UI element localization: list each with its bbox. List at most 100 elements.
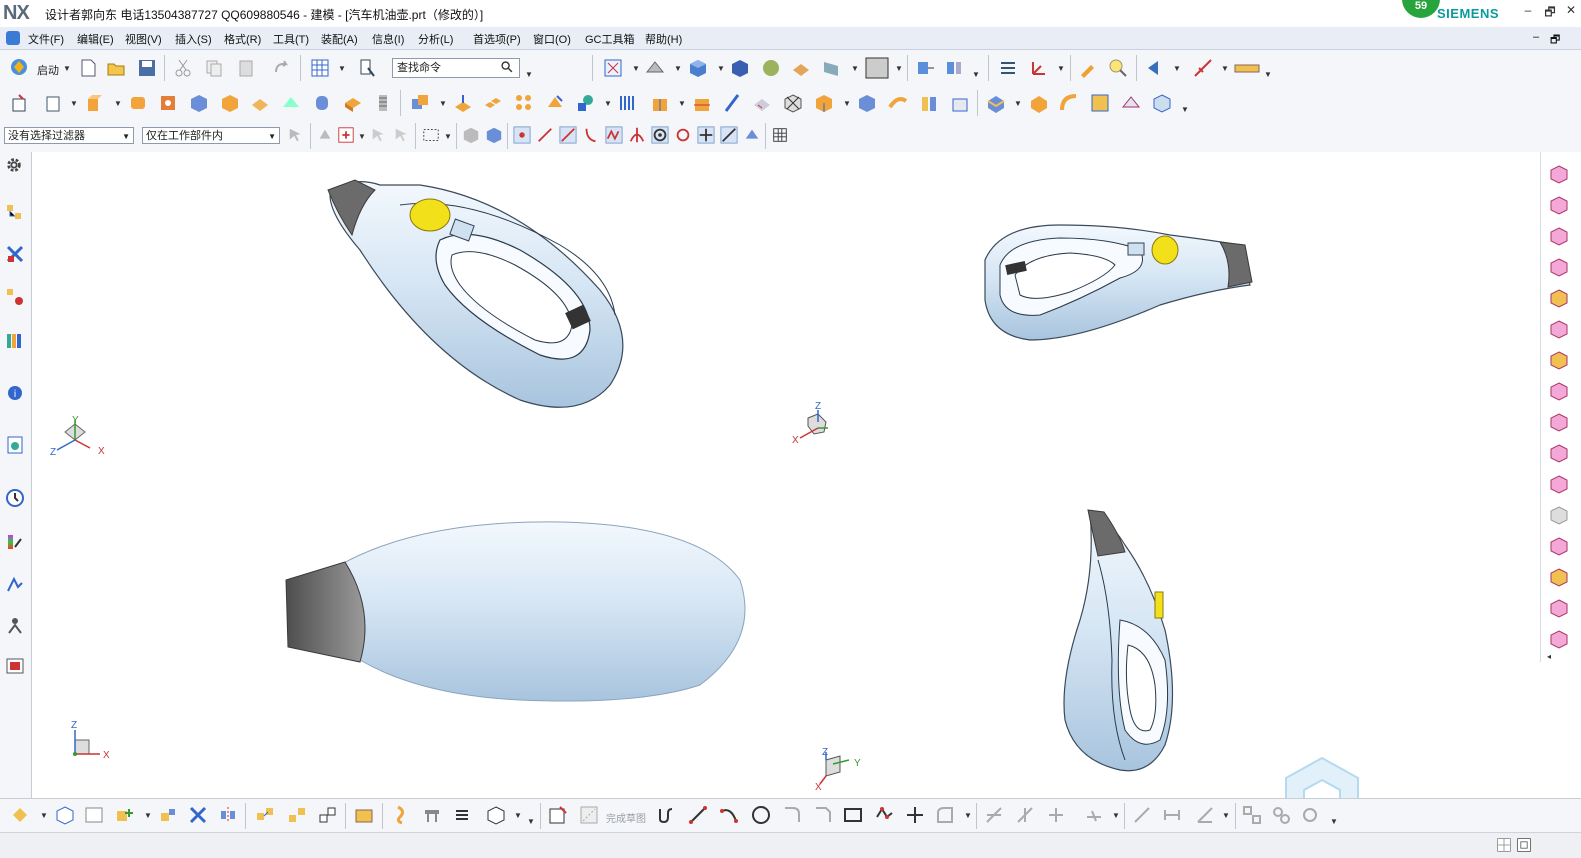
history-icon[interactable] (5, 488, 25, 508)
measure-dropdown-icon[interactable]: ▼ (1264, 70, 1272, 79)
face-icon[interactable] (1549, 598, 1569, 618)
face-icon[interactable] (1549, 505, 1569, 525)
snap-dropdown-icon[interactable]: ▼ (1221, 64, 1229, 73)
explosion-view-icon[interactable] (287, 805, 307, 825)
boss-icon[interactable] (189, 93, 209, 113)
quick-extend-icon[interactable] (1015, 805, 1035, 825)
snap-control-point-icon[interactable] (605, 126, 623, 144)
face-icon[interactable] (1549, 164, 1569, 184)
redo-icon[interactable] (272, 58, 292, 78)
line-icon[interactable] (688, 805, 708, 825)
close-button[interactable]: ✕ (1563, 3, 1579, 19)
add-dropdown-icon[interactable]: ▼ (144, 811, 152, 820)
shell-icon[interactable] (545, 93, 565, 113)
start-icon[interactable] (9, 57, 29, 77)
constraints-icon[interactable] (1084, 805, 1104, 825)
snap-tangent-icon[interactable] (582, 126, 600, 144)
mirror-icon[interactable] (944, 58, 964, 78)
animate-dimension-icon[interactable] (1271, 805, 1291, 825)
snap-icon[interactable] (1193, 58, 1213, 78)
minimize-button[interactable]: – (1520, 3, 1536, 19)
face-icon[interactable] (1549, 474, 1569, 494)
rect-select-dropdown-icon[interactable]: ▼ (444, 132, 452, 141)
measure-icon[interactable] (1234, 58, 1260, 78)
quick-trim-icon[interactable] (984, 805, 1004, 825)
palette-icon[interactable] (5, 656, 25, 676)
block-icon[interactable] (343, 93, 363, 113)
graphics-window[interactable]: X Y Z Z X Z X Z Y X (32, 152, 1540, 798)
project-curve-icon[interactable] (486, 805, 506, 825)
part-navigator-icon[interactable] (5, 287, 25, 307)
face-icon[interactable] (1549, 412, 1569, 432)
render-dropdown-icon[interactable]: ▼ (717, 64, 725, 73)
face-icon[interactable] (1549, 567, 1569, 587)
split-dropdown-icon[interactable]: ▼ (678, 99, 686, 108)
drafting-icon[interactable] (354, 805, 374, 825)
sphere-icon[interactable] (761, 58, 781, 78)
wave-link-icon[interactable] (255, 805, 275, 825)
snap-center-icon[interactable] (651, 126, 669, 144)
hole-icon[interactable] (158, 93, 178, 113)
rapid-dimension-icon[interactable] (1162, 805, 1182, 825)
face-icon[interactable] (1549, 536, 1569, 556)
sketch-relations-icon[interactable] (1242, 805, 1262, 825)
process-studio-icon[interactable] (5, 574, 25, 594)
clip-view-icon[interactable] (822, 58, 842, 78)
save-icon[interactable] (137, 58, 157, 78)
fillet-icon[interactable] (782, 805, 802, 825)
extrude-icon[interactable] (85, 93, 105, 113)
finish-sketch-icon[interactable] (579, 805, 599, 825)
snap-intersection-icon[interactable] (628, 126, 646, 144)
constraints-dropdown-icon[interactable]: ▼ (1112, 811, 1120, 820)
mirror-dropdown-icon[interactable]: ▼ (972, 70, 980, 79)
offset-sketch-icon[interactable] (935, 805, 955, 825)
background-color-icon[interactable] (865, 57, 889, 79)
snap-on-curve-icon[interactable] (559, 126, 577, 144)
menu-help[interactable]: 帮助(H) (645, 31, 682, 47)
rectangle-select-icon[interactable] (422, 126, 440, 144)
mate-icon[interactable] (158, 805, 178, 825)
snap-bounded-grid-icon[interactable] (743, 126, 761, 144)
selection-dropdown-icon[interactable]: ▼ (1173, 64, 1181, 73)
sketch-icon[interactable] (11, 93, 31, 113)
snap-endpoint-icon[interactable] (513, 126, 531, 144)
select-assembly-icon[interactable] (10, 805, 30, 825)
select-dropdown-icon[interactable]: ▼ (358, 132, 366, 141)
curve-more-icon[interactable]: ▼ (527, 817, 535, 826)
cylinder-icon[interactable] (312, 93, 332, 113)
new-file-icon[interactable] (78, 58, 98, 78)
circle-icon[interactable] (751, 805, 771, 825)
orient-dropdown-icon[interactable]: ▼ (674, 64, 682, 73)
layer-settings-icon[interactable] (998, 58, 1018, 78)
sketch-task-icon[interactable] (548, 805, 568, 825)
full-screen-icon[interactable] (1516, 837, 1532, 853)
unite-icon[interactable] (410, 93, 430, 113)
menu-view[interactable]: 视图(V) (125, 31, 162, 47)
select-body-icon[interactable] (462, 126, 480, 144)
face-icon[interactable] (1549, 319, 1569, 339)
tube-icon[interactable] (919, 93, 939, 113)
view-dropdown-icon[interactable]: ▼ (632, 64, 640, 73)
clip-dropdown-icon[interactable]: ▼ (851, 64, 859, 73)
search-dropdown-icon[interactable]: ▼ (525, 70, 533, 79)
draft-icon[interactable] (576, 93, 596, 113)
datum-plane-icon[interactable] (44, 93, 64, 113)
mirror-assembly-icon[interactable] (218, 805, 238, 825)
select-feature-icon[interactable] (316, 126, 334, 144)
info-icon[interactable]: i (5, 382, 25, 402)
sweep-icon[interactable] (888, 93, 908, 113)
datum-dropdown-icon[interactable]: ▼ (70, 99, 78, 108)
menu-analysis[interactable]: 分析(L) (418, 31, 453, 47)
move-component-icon[interactable] (915, 58, 935, 78)
restore-button[interactable]: 🗗 (1542, 3, 1558, 19)
menu-format[interactable]: 格式(R) (224, 31, 261, 47)
sketch-settings-icon[interactable] (1300, 805, 1320, 825)
deselect-icon[interactable] (393, 126, 411, 144)
face-icon[interactable] (1549, 226, 1569, 246)
chamfer-sketch-icon[interactable] (813, 805, 833, 825)
face-icon[interactable] (1549, 257, 1569, 277)
draft-dropdown-icon[interactable]: ▼ (604, 99, 612, 108)
menu-gc-toolbox[interactable]: GC工具箱 (585, 31, 635, 47)
surface-dropdown-icon[interactable]: ▼ (1181, 105, 1189, 114)
wcs-icon[interactable] (1029, 58, 1049, 78)
